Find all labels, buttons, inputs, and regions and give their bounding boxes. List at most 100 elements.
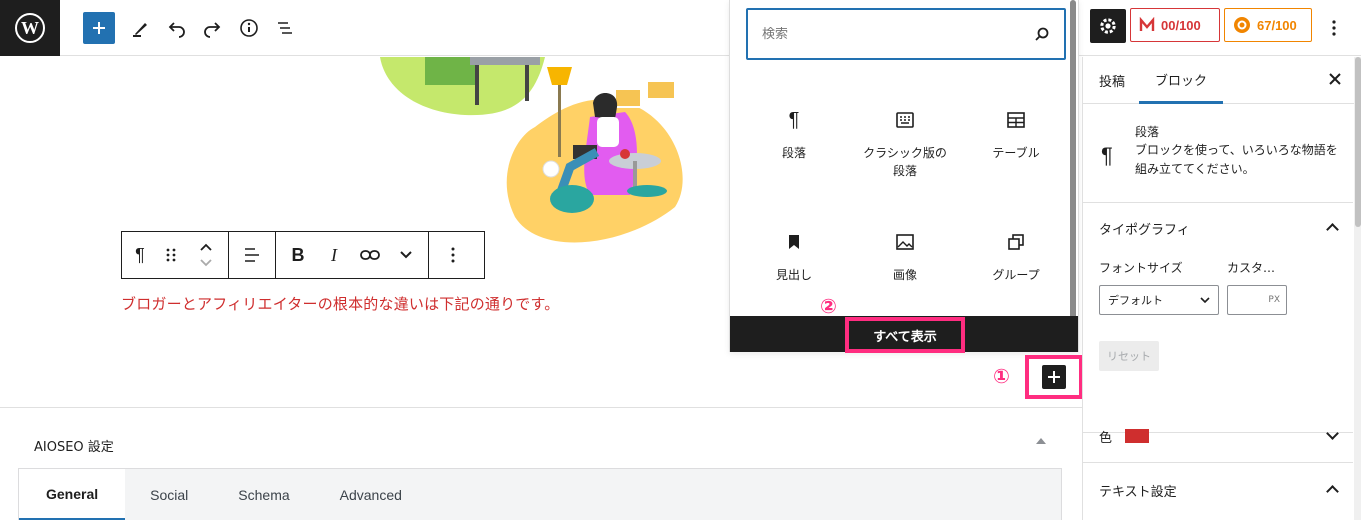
image-icon [895,228,915,256]
block-item-label: グループ [992,268,1040,282]
show-all-button[interactable]: すべて表示 [845,317,965,353]
info-icon[interactable] [233,12,265,44]
block-item-heading[interactable]: 見出し [739,228,849,284]
tab-advanced[interactable]: Advanced [315,469,427,520]
illustration-image [380,57,683,243]
block-item-table[interactable]: テーブル [961,106,1071,162]
block-card: ¶ 段落 ブロックを使って、いろいろな物語を組み立ててください。 [1083,105,1353,203]
paragraph-block[interactable]: ブロガーとアフィリエイターの根本的な違いは下記の通りです。 [121,293,559,314]
undo-icon[interactable] [161,12,193,44]
pencil-icon[interactable] [124,12,156,44]
tab-schema[interactable]: Schema [213,469,314,520]
block-item-label: 画像 [892,268,917,282]
table-icon [1006,106,1026,134]
m-score-icon [1139,17,1155,31]
m-score-value: 00/100 [1161,17,1201,33]
align-group [229,232,276,278]
block-item-group[interactable]: グループ [961,228,1071,284]
m-score-button[interactable]: 00/100 [1130,8,1220,42]
sidebar-scroll-thumb[interactable] [1355,57,1361,227]
color-title[interactable]: 色 [1099,427,1112,446]
close-icon[interactable] [1327,71,1343,91]
tab-post[interactable]: 投稿 [1099,57,1125,104]
block-inserter: ¶ 段落 クラシック版の段落 テーブル 見出し 画像 [729,0,1079,352]
block-search-input[interactable] [762,26,1002,42]
text-settings-title[interactable]: テキスト設定 [1099,481,1177,500]
block-item-image[interactable]: 画像 [850,228,960,284]
list-view-icon[interactable] [269,12,301,44]
block-item-paragraph[interactable]: ¶ 段落 [739,106,849,162]
block-search-field[interactable] [746,8,1066,60]
block-item-classic[interactable]: クラシック版の段落 [850,106,960,180]
aioseo-tabs: General Social Schema Advanced [18,468,1062,520]
custom-size-input[interactable]: PX [1227,285,1287,315]
chevron-down-icon[interactable] [1326,427,1339,440]
drag-handle-icon[interactable] [158,232,184,278]
color-swatch [1125,429,1149,443]
custom-size-label: カスタ… [1227,261,1276,275]
unit-label: PX [1268,295,1280,305]
chevron-up-icon[interactable] [1326,485,1339,498]
settings-sidebar: 投稿 ブロック ¶ 段落 ブロックを使って、いろいろな物語を組み立ててください。… [1082,57,1361,520]
align-left-icon[interactable] [229,232,275,278]
settings-button[interactable] [1090,9,1126,43]
block-item-label: クラシック版の段落 [863,146,947,178]
aioseo-title: AIOSEO 設定 [34,440,114,455]
format-group: B I [276,232,429,278]
block-type-group: ¶ [122,232,229,278]
tab-general[interactable]: General [19,469,126,520]
group-icon [1007,228,1025,256]
plus-icon [1042,365,1066,389]
text-settings-panel: テキスト設定 [1083,463,1353,520]
aioseo-icon [1234,17,1250,33]
collapse-caret-icon[interactable] [1036,438,1046,444]
classic-icon [895,106,915,134]
aioseo-panel: AIOSEO 設定 General Social Schema Advanced [0,407,1082,520]
wordpress-icon[interactable]: W [0,0,60,56]
bold-icon[interactable]: B [280,232,316,278]
block-options-icon[interactable] [435,232,471,278]
tab-social[interactable]: Social [125,469,213,520]
font-size-select[interactable]: デフォルト [1099,285,1219,315]
search-icon [1035,27,1049,41]
chevron-down-icon [1200,297,1210,303]
seo-score-button[interactable]: 67/100 [1224,8,1312,42]
gear-icon [1100,18,1116,34]
typography-panel: タイポグラフィ フォントサイズ カスタ… [1083,203,1353,433]
annotation-one: ① [993,364,1010,388]
top-toolbar: W 00/100 67/100 [0,0,1361,56]
sidebar-tabs: 投稿 ブロック [1083,57,1361,104]
reset-button[interactable]: リセット [1099,341,1159,371]
paragraph-icon[interactable]: ¶ [122,232,158,278]
paragraph-icon: ¶ [788,109,800,131]
paragraph-icon: ¶ [1101,143,1113,168]
color-panel: 色 [1083,407,1353,463]
block-toolbar: ¶ B I [121,231,485,279]
chevron-down-icon[interactable] [388,232,424,278]
svg-text:W: W [21,18,39,38]
editor-root: W 00/100 67/100 ¶ B I ブロガーとアフィリエイターの根本的な… [0,0,1361,520]
block-item-label: 段落 [781,146,806,160]
chevron-up-icon[interactable] [1326,223,1339,236]
heading-icon [787,228,801,256]
link-icon[interactable] [352,232,388,278]
block-description: ブロックを使って、いろいろな物語を組み立ててください。 [1135,143,1338,176]
annotation-two: ② [820,294,837,318]
block-name: 段落 [1135,125,1160,139]
block-item-label: 見出し [775,268,812,282]
font-size-label: フォントサイズ [1099,261,1183,275]
typography-title[interactable]: タイポグラフィ [1099,219,1190,238]
inserter-scrollbar[interactable] [1070,0,1076,340]
sidebar-scrollbar[interactable] [1354,57,1361,520]
redo-icon[interactable] [196,12,228,44]
italic-icon[interactable]: I [316,232,352,278]
block-item-label: テーブル [992,146,1040,160]
font-size-value: デフォルト [1108,294,1163,307]
more-options-icon[interactable] [1318,12,1350,44]
tab-block[interactable]: ブロック [1139,57,1224,104]
options-group [429,232,477,278]
inline-add-block-button[interactable] [1025,355,1083,399]
add-block-button[interactable] [83,12,115,44]
move-updown-icon[interactable] [184,232,228,278]
seo-score-value: 67/100 [1257,17,1297,33]
